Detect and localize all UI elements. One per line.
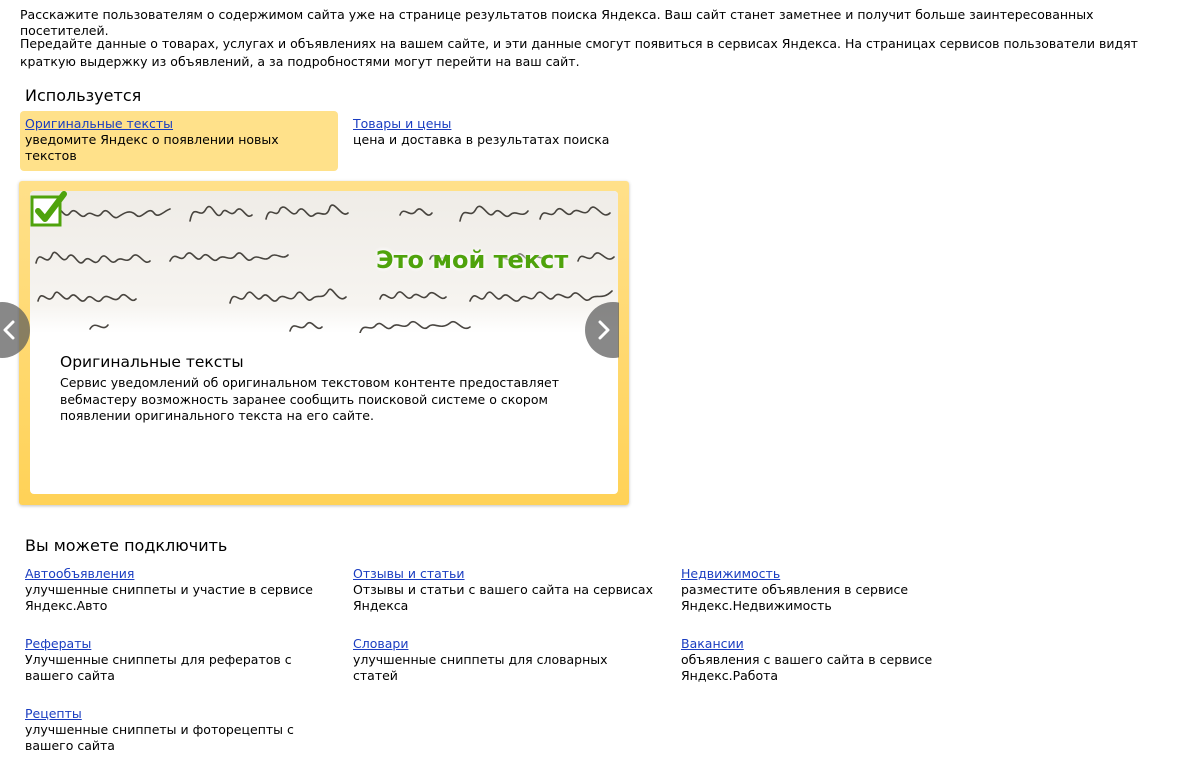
service-link-goods-prices[interactable]: Товары и цены bbox=[353, 116, 653, 132]
chevron-left-icon bbox=[3, 320, 15, 340]
checkmark-icon bbox=[30, 191, 67, 227]
service-desc: Отзывы и статьи с вашего сайта на сервис… bbox=[353, 582, 653, 613]
section-title-used: Используется bbox=[25, 86, 142, 105]
service-vacancies[interactable]: Вакансии объявления с вашего сайта в сер… bbox=[681, 636, 981, 684]
service-link-vacancies[interactable]: Вакансии bbox=[681, 636, 981, 652]
service-desc: улучшенные сниппеты и участие в сервисе … bbox=[25, 582, 313, 613]
service-desc: Улучшенные сниппеты для рефератов с ваше… bbox=[25, 652, 292, 683]
slide-description: Сервис уведомлений об оригинальном текст… bbox=[60, 375, 560, 423]
service-auto[interactable]: Автообъявления улучшенные сниппеты и уча… bbox=[25, 566, 325, 614]
slider-prev-button[interactable] bbox=[0, 302, 30, 358]
slide-title: Оригинальные тексты bbox=[60, 353, 244, 371]
slide-card: Это мой текст Оригинальные тексты Сервис… bbox=[30, 191, 618, 494]
service-link-realty[interactable]: Недвижимость bbox=[681, 566, 981, 582]
service-original-texts[interactable]: Оригинальные тексты уведомите Яндекс о п… bbox=[25, 116, 325, 164]
service-link-original-texts[interactable]: Оригинальные тексты bbox=[25, 116, 325, 132]
service-desc: цена и доставка в результатах поиска bbox=[353, 132, 610, 147]
service-desc: улучшенные сниппеты для словарных статей bbox=[353, 652, 608, 683]
service-link-reviews[interactable]: Отзывы и статьи bbox=[353, 566, 653, 582]
slide-banner-image: Это мой текст bbox=[30, 191, 618, 333]
slider-next-button[interactable] bbox=[585, 302, 619, 358]
slider-frame: Это мой текст Оригинальные тексты Сервис… bbox=[19, 181, 629, 505]
service-reviews[interactable]: Отзывы и статьи Отзывы и статьи с вашего… bbox=[353, 566, 653, 614]
service-link-essays[interactable]: Рефераты bbox=[25, 636, 325, 652]
service-desc: уведомите Яндекс о появлении новых текст… bbox=[25, 132, 279, 163]
service-dictionaries[interactable]: Словари улучшенные сниппеты для словарны… bbox=[353, 636, 653, 684]
section-title-available: Вы можете подключить bbox=[25, 536, 228, 555]
service-link-recipes[interactable]: Рецепты bbox=[25, 706, 325, 722]
service-desc: улучшенные сниппеты и фоторецепты с ваше… bbox=[25, 722, 294, 753]
service-essays[interactable]: Рефераты Улучшенные сниппеты для реферат… bbox=[25, 636, 325, 684]
service-desc: объявления с вашего сайта в сервисе Янде… bbox=[681, 652, 933, 683]
banner-caption: Это мой текст bbox=[376, 246, 569, 274]
service-goods-prices[interactable]: Товары и цены цена и доставка в результа… bbox=[353, 116, 653, 148]
service-recipes[interactable]: Рецепты улучшенные сниппеты и фоторецепт… bbox=[25, 706, 325, 754]
intro-text-2: Передайте данные о товарах, услугах и об… bbox=[20, 36, 1138, 69]
service-link-dictionaries[interactable]: Словари bbox=[353, 636, 653, 652]
chevron-right-icon bbox=[598, 320, 610, 340]
service-link-auto[interactable]: Автообъявления bbox=[25, 566, 325, 582]
service-desc: разместите объявления в сервисе Яндекс.Н… bbox=[681, 582, 909, 613]
service-realty[interactable]: Недвижимость разместите объявления в сер… bbox=[681, 566, 981, 614]
